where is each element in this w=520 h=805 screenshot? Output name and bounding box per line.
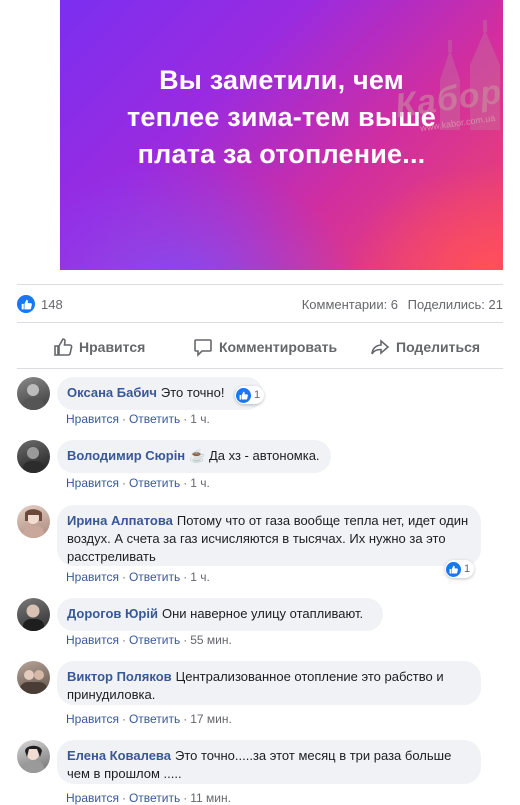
- comment-time[interactable]: 1 ч.: [190, 570, 210, 584]
- comment-meta: Нравится · Ответить · 1 ч.: [66, 476, 210, 490]
- comment-bubble: Оксана Бабич Это точно!: [57, 377, 263, 410]
- like-count[interactable]: 148: [41, 297, 63, 312]
- comment-reactions[interactable]: 1: [235, 386, 265, 404]
- comment-like-link[interactable]: Нравится: [66, 712, 119, 726]
- comment-time[interactable]: 17 мин.: [190, 712, 232, 726]
- comment-reply-link[interactable]: Ответить: [129, 712, 180, 726]
- avatar[interactable]: [17, 661, 50, 694]
- comment-button-label: Комментировать: [219, 339, 338, 355]
- comment-author[interactable]: Дорогов Юрій: [67, 606, 158, 621]
- comment-button[interactable]: Комментировать: [193, 330, 337, 364]
- comment-meta: Нравится · Ответить · 1 ч.: [66, 412, 210, 426]
- comment-author[interactable]: Ирина Алпатова: [67, 513, 173, 528]
- comment-meta: Нравится · Ответить · 11 мин.: [66, 791, 231, 805]
- divider: [17, 368, 503, 369]
- comment-like-link[interactable]: Нравится: [66, 791, 119, 805]
- comment-like-link[interactable]: Нравится: [66, 412, 119, 426]
- avatar[interactable]: [17, 598, 50, 631]
- post-image[interactable]: Вы заметили, чем теплее зима-тем выше пл…: [60, 0, 503, 270]
- post-stats: 148 Комментарии: 6 Поделились: 21: [17, 294, 503, 316]
- avatar[interactable]: [17, 740, 50, 773]
- comment-bubble: Володимир Сюрін ☕ Да хз - автономка.: [57, 440, 331, 473]
- like-button[interactable]: Нравится: [53, 330, 145, 364]
- comment-author[interactable]: Володимир Сюрін: [67, 448, 185, 463]
- comment-bubble: Елена Ковалева Это точно.....за этот меся…: [57, 740, 481, 784]
- comment-meta: Нравится · Ответить · 1 ч.: [66, 570, 210, 584]
- comment-like-link[interactable]: Нравится: [66, 570, 119, 584]
- comment-reactions[interactable]: 1: [445, 560, 475, 578]
- comment-text: Это точно!: [160, 385, 225, 400]
- thumbs-up-icon: [54, 338, 73, 356]
- comment-bubble: Ирина Алпатова Потому что от газа вообще …: [57, 505, 481, 566]
- comment-text: Да хз - автономка.: [208, 448, 320, 463]
- comment-icon: [194, 339, 212, 357]
- comment-bubble: Дорогов Юрій Они наверное улицу отапливаю…: [57, 598, 383, 631]
- comment-reply-link[interactable]: Ответить: [129, 476, 180, 490]
- comment-time[interactable]: 1 ч.: [190, 476, 210, 490]
- reaction-count: 1: [254, 389, 261, 401]
- coffee-icon: ☕: [189, 448, 206, 463]
- post-actions: Нравится Комментировать Поделиться: [17, 330, 503, 364]
- comment-like-link[interactable]: Нравится: [66, 476, 119, 490]
- share-button-label: Поделиться: [396, 339, 481, 355]
- like-reaction-icon[interactable]: [17, 295, 35, 313]
- comment-reply-link[interactable]: Ответить: [129, 570, 180, 584]
- comment-like-link[interactable]: Нравится: [66, 633, 119, 647]
- comment-time[interactable]: 1 ч.: [190, 412, 210, 426]
- like-reaction-icon: [236, 387, 251, 403]
- like-button-label: Нравится: [79, 339, 146, 355]
- comment-reply-link[interactable]: Ответить: [129, 633, 180, 647]
- comment-text: Они наверное улицу отапливают.: [161, 606, 364, 621]
- share-count[interactable]: Поделились: 21: [408, 297, 503, 312]
- divider: [17, 284, 503, 285]
- comment-meta: Нравится · Ответить · 17 мин.: [66, 712, 232, 726]
- share-arrow-icon: [371, 339, 390, 355]
- comment-author[interactable]: Оксана Бабич: [67, 385, 157, 400]
- comment-time[interactable]: 55 мин.: [190, 633, 232, 647]
- comment-author[interactable]: Елена Ковалева: [67, 748, 171, 763]
- avatar[interactable]: [17, 377, 50, 410]
- avatar[interactable]: [17, 440, 50, 473]
- avatar[interactable]: [17, 505, 50, 538]
- reaction-count: 1: [464, 563, 471, 575]
- comment-time[interactable]: 11 мин.: [190, 791, 231, 805]
- post-card: Вы заметили, чем теплее зима-тем выше пл…: [0, 0, 520, 805]
- comment-reply-link[interactable]: Ответить: [129, 412, 180, 426]
- like-reaction-icon: [446, 561, 461, 577]
- comment-meta: Нравится · Ответить · 55 мин.: [66, 633, 232, 647]
- comment-bubble: Виктор Поляков Централизованное отопление…: [57, 661, 481, 705]
- comment-author[interactable]: Виктор Поляков: [67, 669, 172, 684]
- share-button[interactable]: Поделиться: [370, 330, 480, 364]
- divider: [17, 322, 503, 323]
- comment-count[interactable]: Комментарии: 6: [302, 297, 398, 312]
- comment-reply-link[interactable]: Ответить: [129, 791, 180, 805]
